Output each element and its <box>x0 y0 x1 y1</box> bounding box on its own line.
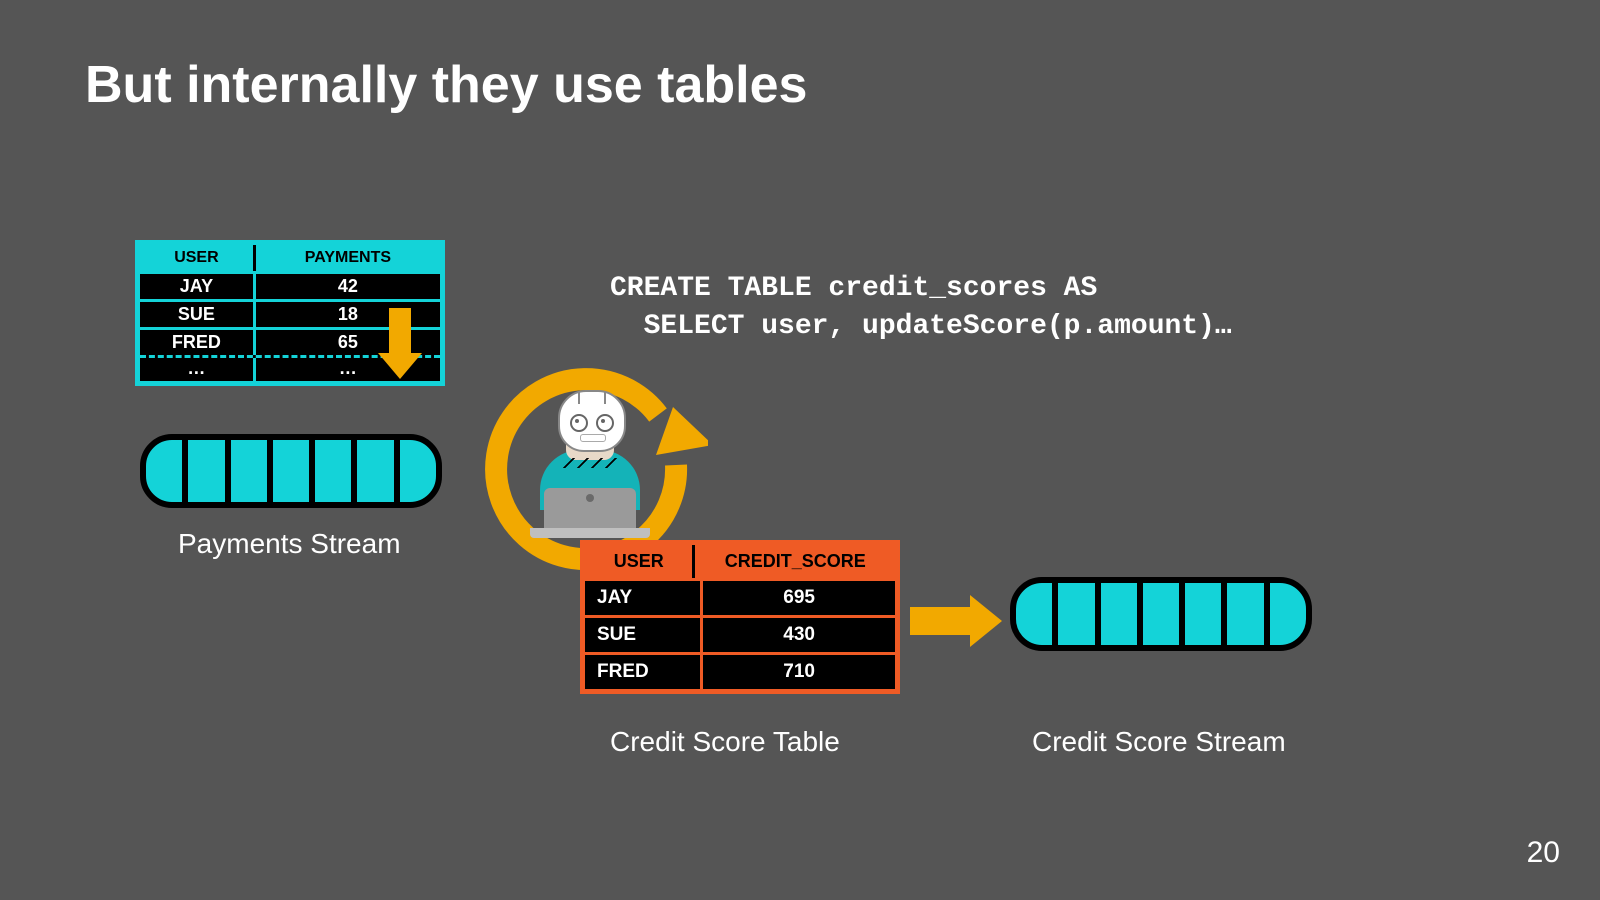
cell-user: SUE <box>140 302 256 327</box>
arrow-down-icon <box>378 308 422 379</box>
cell-user: FRED <box>140 330 256 355</box>
slide: But internally they use tables CREATE TA… <box>0 0 1600 900</box>
credit-table-label: Credit Score Table <box>610 726 840 758</box>
header-payments: PAYMENTS <box>256 245 440 271</box>
credit-stream-label: Credit Score Stream <box>1032 726 1286 758</box>
cell-user: JAY <box>140 274 256 299</box>
sql-code: CREATE TABLE credit_scores AS SELECT use… <box>610 270 1232 346</box>
header-user: USER <box>585 545 695 578</box>
code-line-2: SELECT user, updateScore(p.amount)… <box>610 311 1232 342</box>
payments-stream-icon <box>140 434 442 508</box>
credit-table-header: USER CREDIT_SCORE <box>585 545 895 578</box>
payments-stream-label: Payments Stream <box>178 528 401 560</box>
table-row: FRED 710 <box>585 652 895 689</box>
cell-user: JAY <box>585 581 703 615</box>
code-line-1: CREATE TABLE credit_scores AS <box>610 273 1097 304</box>
cell-user: FRED <box>585 655 703 689</box>
header-score: CREDIT_SCORE <box>695 545 895 578</box>
cell-score: 430 <box>703 618 895 652</box>
arrow-right-icon <box>910 595 1002 647</box>
table-row: JAY 695 <box>585 578 895 615</box>
page-number: 20 <box>1527 836 1560 870</box>
cell-score: 710 <box>703 655 895 689</box>
cell-payments: 42 <box>256 274 440 299</box>
cell-score: 695 <box>703 581 895 615</box>
slide-title: But internally they use tables <box>85 55 807 115</box>
table-row: JAY 42 <box>140 271 440 299</box>
robot-user-icon <box>520 380 660 540</box>
cell-user: SUE <box>585 618 703 652</box>
cell-ellipsis: … <box>140 358 256 381</box>
table-row: SUE 430 <box>585 615 895 652</box>
header-user: USER <box>140 245 256 271</box>
credit-score-stream-icon <box>1010 577 1312 651</box>
credit-score-table: USER CREDIT_SCORE JAY 695 SUE 430 FRED 7… <box>580 540 900 694</box>
payments-table-header: USER PAYMENTS <box>140 245 440 271</box>
